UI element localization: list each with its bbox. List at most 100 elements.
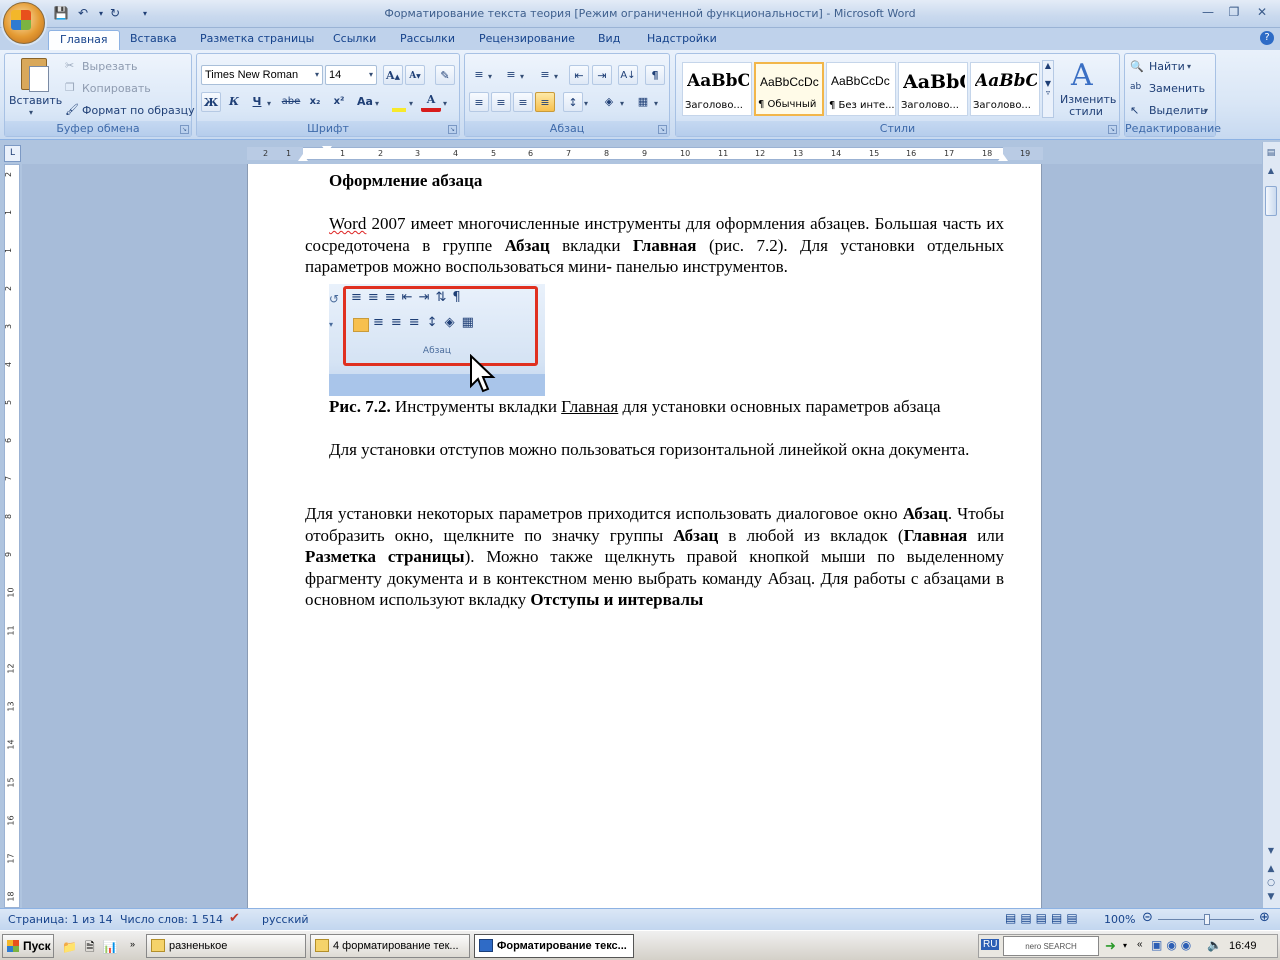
word-count[interactable]: Число слов: 1 514 xyxy=(120,913,223,926)
cut-button[interactable]: Вырезать xyxy=(82,60,137,73)
find-dropdown-icon[interactable]: ▾ xyxy=(1187,62,1191,71)
font-name-field[interactable]: Times New Roman ▾ xyxy=(201,65,323,85)
font-launcher-icon[interactable]: ↘ xyxy=(448,125,457,134)
change-styles-button[interactable]: Изменить стили xyxy=(1060,94,1116,118)
bold-button[interactable]: Ж xyxy=(201,92,221,112)
ruler-toggle-icon[interactable]: ▤ xyxy=(1265,148,1277,160)
align-right-icon[interactable]: ≡ xyxy=(513,92,533,112)
task-folder-2[interactable]: 4 форматирование тек... xyxy=(310,934,470,958)
font-name-dropdown-icon[interactable]: ▾ xyxy=(315,70,319,79)
bullets-dropdown-icon[interactable]: ▾ xyxy=(488,72,492,81)
tray-expand-icon[interactable]: « xyxy=(1137,939,1143,950)
borders-icon[interactable]: ▦ xyxy=(633,92,653,112)
restore-icon[interactable]: ❐ xyxy=(1222,3,1246,21)
paragraph-launcher-icon[interactable]: ↘ xyxy=(658,125,667,134)
zoom-in-icon[interactable]: ⊕ xyxy=(1259,910,1270,925)
undo-icon[interactable]: ↶ xyxy=(74,5,92,22)
view-buttons-icons[interactable]: ▤▤▤▤▤ xyxy=(1005,911,1082,925)
volume-icon[interactable]: 🔈 xyxy=(1207,938,1222,952)
shading-dropdown-icon[interactable]: ▾ xyxy=(620,99,624,108)
find-button[interactable]: Найти xyxy=(1149,60,1185,73)
numbering-icon[interactable]: ≡ xyxy=(501,65,521,85)
search-dropdown-icon[interactable]: ▾ xyxy=(1123,941,1127,950)
font-size-dropdown-icon[interactable]: ▾ xyxy=(369,70,373,79)
left-indent-marker[interactable] xyxy=(298,154,308,161)
copy-button[interactable]: Копировать xyxy=(82,82,151,95)
scroll-up-icon[interactable]: ▲ xyxy=(1265,166,1277,180)
highlight-icon[interactable] xyxy=(389,92,409,112)
tab-review[interactable]: Рецензирование xyxy=(468,30,586,50)
strikethrough-button[interactable]: abe xyxy=(281,92,301,112)
search-go-icon[interactable]: ➜ xyxy=(1105,938,1116,954)
minimize-icon[interactable]: — xyxy=(1196,3,1220,21)
task-word[interactable]: Форматирование текс... xyxy=(474,934,634,958)
close-icon[interactable]: ✕ xyxy=(1250,3,1274,21)
tab-references[interactable]: Ссылки xyxy=(322,30,387,50)
increase-indent-icon[interactable]: ⇥ xyxy=(592,65,612,85)
show-marks-icon[interactable]: ¶ xyxy=(645,65,665,85)
redo-icon[interactable]: ↻ xyxy=(106,5,124,22)
language-indicator[interactable]: русский xyxy=(262,913,309,926)
tab-page-layout[interactable]: Разметка страницы xyxy=(189,30,325,50)
save-icon[interactable]: 💾 xyxy=(52,5,70,22)
next-page-icon[interactable]: ▼ xyxy=(1265,892,1277,906)
customize-qat-icon[interactable]: ▾ xyxy=(136,5,154,22)
zoom-slider-thumb[interactable] xyxy=(1204,914,1210,925)
style-heading3[interactable]: AaBbCı Заголово... xyxy=(970,62,1040,116)
line-spacing-icon[interactable]: ↕ xyxy=(563,92,583,112)
select-button[interactable]: Выделить xyxy=(1149,104,1207,117)
tab-addins[interactable]: Надстройки xyxy=(636,30,728,50)
shrink-font-button[interactable]: A▼ xyxy=(405,65,425,85)
page-indicator[interactable]: Страница: 1 из 14 xyxy=(8,913,113,926)
quick-launch-more-icon[interactable]: » xyxy=(130,939,135,949)
proofing-icon[interactable]: ✔ xyxy=(229,911,240,926)
font-size-field[interactable]: 14 ▾ xyxy=(325,65,377,85)
justify-icon[interactable]: ≡ xyxy=(535,92,555,112)
underline-dropdown-icon[interactable]: ▾ xyxy=(267,99,271,108)
zoom-level[interactable]: 100% xyxy=(1104,913,1135,926)
bullets-icon[interactable]: ≡ xyxy=(469,65,489,85)
first-line-indent-marker[interactable] xyxy=(322,146,332,153)
borders-dropdown-icon[interactable]: ▾ xyxy=(654,99,658,108)
zoom-out-icon[interactable]: ⊝ xyxy=(1142,910,1153,925)
styles-launcher-icon[interactable]: ↘ xyxy=(1108,125,1117,134)
vertical-scrollbar[interactable] xyxy=(1262,142,1280,908)
browse-object-icon[interactable]: ○ xyxy=(1265,878,1277,892)
nero-search-field[interactable]: nero SEARCH xyxy=(1003,936,1099,956)
grow-font-button[interactable]: A▲ xyxy=(383,65,403,85)
align-center-icon[interactable]: ≡ xyxy=(491,92,511,112)
language-badge[interactable]: RU xyxy=(981,939,1000,950)
style-heading2[interactable]: AaBbC Заголово... xyxy=(898,62,968,116)
right-indent-marker[interactable] xyxy=(998,154,1008,161)
help-icon[interactable]: ? xyxy=(1260,31,1274,45)
paste-dropdown-icon[interactable]: ▾ xyxy=(29,108,33,117)
tab-view[interactable]: Вид xyxy=(587,30,631,50)
paste-icon[interactable] xyxy=(15,58,55,94)
tray-icons[interactable]: ▣◉◉ xyxy=(1151,938,1195,952)
italic-button[interactable]: К xyxy=(224,92,244,112)
highlight-dropdown-icon[interactable]: ▾ xyxy=(409,99,413,108)
tab-home[interactable]: Главная xyxy=(48,30,120,50)
task-folder[interactable]: разненькое xyxy=(146,934,306,958)
previous-page-icon[interactable]: ▲ xyxy=(1265,864,1277,878)
replace-button[interactable]: Заменить xyxy=(1149,82,1205,95)
style-normal[interactable]: AaBbCcDc ¶ Обычный xyxy=(754,62,824,116)
align-left-icon[interactable]: ≡ xyxy=(469,92,489,112)
start-button[interactable]: Пуск xyxy=(2,934,54,958)
clear-formatting-icon[interactable]: ✎ xyxy=(435,65,455,85)
change-case-dropdown-icon[interactable]: ▾ xyxy=(375,99,379,108)
subscript-button[interactable]: x₂ xyxy=(305,92,325,112)
format-painter-button[interactable]: Формат по образцу xyxy=(82,104,195,117)
underline-button[interactable]: Ч xyxy=(247,92,267,112)
sort-icon[interactable]: A↓ xyxy=(618,65,638,85)
paste-button[interactable]: Вставить xyxy=(9,94,62,107)
document-page[interactable]: Оформление абзаца Word 2007 имеет многоч… xyxy=(247,164,1042,908)
quick-launch-icons[interactable]: 📁🗎📊 xyxy=(62,938,126,959)
style-no-spacing[interactable]: AaBbCcDc ¶ Без инте... xyxy=(826,62,896,116)
font-color-icon[interactable]: A xyxy=(421,92,441,112)
decrease-indent-icon[interactable]: ⇤ xyxy=(569,65,589,85)
multilevel-list-icon[interactable]: ≡ xyxy=(535,65,555,85)
tab-insert[interactable]: Вставка xyxy=(119,30,188,50)
superscript-button[interactable]: x² xyxy=(329,92,349,112)
styles-scroll[interactable]: ▲ ▼ ▿ xyxy=(1042,60,1054,118)
